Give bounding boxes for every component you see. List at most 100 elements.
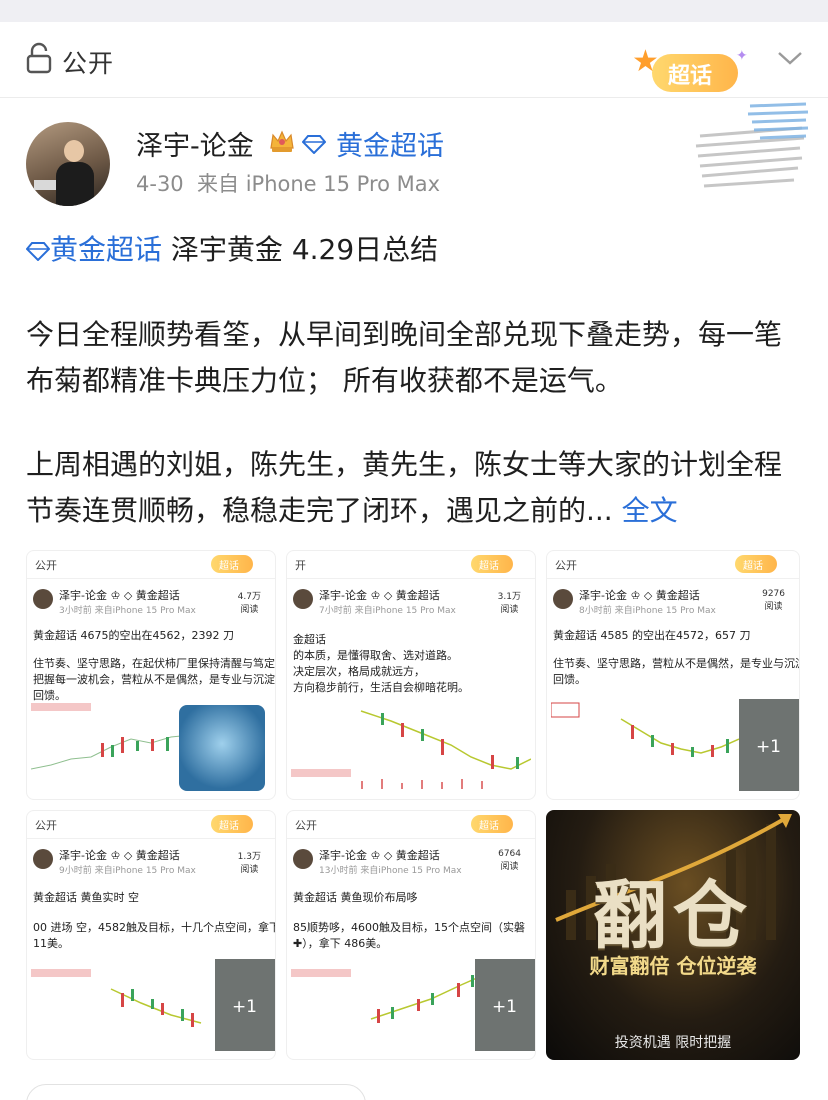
promo-footer: 投资机遇 限时把握 [614,1035,732,1051]
image-thumb-5[interactable]: 公开 超话 泽宇-论金 ♔ ◇ 黄金超话 13小时前 来自iPhone 15 P… [286,810,536,1060]
image-thumb-4[interactable]: 公开 超话 泽宇-论金 ♔ ◇ 黄金超话 9小时前 来自iPhone 15 Pr… [26,810,276,1060]
image-thumb-1[interactable]: 公开 超话 泽宇-论金 ♔ ◇ 黄金超话 3小时前 来自iPhone 15 Pr… [26,550,276,800]
thumb-chaohua-badge: 超话 [211,555,253,573]
thumb-topic: 黄金超话 [135,589,180,602]
thumb-avatar [293,849,313,869]
headline-topic-link[interactable]: 黄金超话 [50,233,162,266]
chevron-down-icon[interactable] [776,48,804,68]
thumb-visibility-label: 开 [295,559,306,572]
thumb-author: 泽宇-论金 ♔ ◇ 黄金超话 [319,589,440,602]
post-source: 来自 iPhone 15 Pro Max [197,172,441,196]
thumb-topic: 黄金超话 [655,589,700,602]
lock-icon [26,42,52,74]
thumb-author: 泽宇-论金 ♔ ◇ 黄金超话 [59,849,180,862]
sparkle-icon: ✦ [736,48,748,64]
bottom-action-pill[interactable] [26,1084,366,1100]
star-icon: ★ [632,44,659,79]
thumb-visibility-label: 公开 [295,819,317,832]
thumb-badge-label: 超话 [743,561,763,572]
thumb-author-name: 泽宇-论金 [579,589,627,602]
candlestick-chart [31,969,202,1027]
candlestick-chart [291,969,479,1023]
redaction-scribble [695,102,809,188]
thumb-badge-label: 超话 [219,821,239,832]
badge-label: 超话 [668,64,713,89]
thumb-header: 公开 超话 [27,551,275,579]
promo-subtitle: 财富翻倍 仓位逆袭 [589,954,757,978]
thumb-reads-count: 3.1万 [497,592,521,602]
thumb-line: 00 进场 空，4582触及目标，十几个点空间，拿下 [33,921,276,934]
thumb-reads: 9276 阅读 [762,589,785,612]
thumb-visibility-label: 公开 [35,559,57,572]
thumb-line: 黄金超话 4675的空出在4562，2392 刀 [33,629,234,642]
thumb-header: 公开 超话 [27,811,275,839]
thumb-meta: 7小时前 来自iPhone 15 Pro Max [319,606,456,616]
crown-icon [270,130,294,152]
thumb-line: 11美。 [33,937,69,950]
diamond-icon [302,135,326,154]
image-thumb-2[interactable]: 开 超话 泽宇-论金 ♔ ◇ 黄金超话 7小时前 来自iPhone 15 Pro… [286,550,536,800]
thumb-line: 黄金超话 4585 的空出在4572，657 刀 [553,629,751,642]
thumb-meta: 8小时前 来自iPhone 15 Pro Max [579,606,716,616]
thumb-meta: 3小时前 来自iPhone 15 Pro Max [59,606,196,616]
thumb-chaohua-badge: 超话 [471,555,513,573]
candlestick-chart [551,702,739,757]
post-headline: 黄金超话 泽宇黄金 4.29日总结 [26,228,438,268]
thumb-avatar [293,589,313,609]
thumb-reads-count: 4.7万 [237,592,261,602]
thumb-badge-label: 超话 [479,821,499,832]
author-name[interactable]: 泽宇-论金 [136,124,254,163]
thumb-topic: 黄金超话 [135,849,180,862]
thumb-line: 金超话 [293,633,326,646]
visibility-label[interactable]: 公开 [62,44,114,80]
thumb-visibility-label: 公开 [555,559,577,572]
thumb-author-name: 泽宇-论金 [59,589,107,602]
brand-logo [179,705,265,791]
topic-diamond-icon [26,242,50,261]
thumb-reads: 1.3万 阅读 [238,849,261,875]
thumb-avatar [553,589,573,609]
thumb-reads: 4.7万阅读 [238,589,261,615]
avatar-figure-head [64,140,84,162]
thumb-author: 泽宇-论金 ♔ ◇ 黄金超话 [59,589,180,602]
top-strip [0,0,828,22]
post-date: 4-30 [136,172,184,196]
thumb-line: 85顺势哆，4600触及目标，15个点空间（实磐 [293,921,525,934]
thumb-reads: 6764 阅读 [498,849,521,872]
thumb-visibility-label: 公开 [35,819,57,832]
post-meta: 4-30 来自 iPhone 15 Pro Max [136,168,440,198]
chaohua-badge[interactable]: ★ 超话 ✦ [632,44,748,98]
thumb-chaohua-badge: 超话 [211,815,253,833]
thumb-meta: 9小时前 来自iPhone 15 Pro Max [59,866,196,876]
thumb-reads-label: 阅读 [500,605,519,615]
thumb-line: 方向稳步前行，生活自会柳暗花明。 [293,681,469,694]
image-thumb-3[interactable]: 公开 超话 泽宇-论金 ♔ ◇ 黄金超话 8小时前 来自iPhone 15 Pr… [546,550,800,800]
thumb-reads-label: 阅读 [240,605,259,615]
thumb-author-name: 泽宇-论金 [319,849,367,862]
author-topic-link[interactable]: 黄金超话 [336,124,444,163]
thumb-avatar [33,589,53,609]
more-images-count: +1 [231,997,257,1017]
thumb-header: 公开 超话 [287,811,535,839]
thumb-reads-label: 阅读 [764,602,783,612]
more-images-count: +1 [491,997,517,1017]
thumb-header: 开 超话 [287,551,535,579]
thumb-line: 的本质，是懂得取舍、选对道路。 [293,649,458,662]
visibility-bar: 公开 ★ 超话 ✦ [0,22,828,98]
thumb-line: 把握每一波机会，营粒从不是偶然，是专业与沉淀最好 [33,673,276,686]
promo-image[interactable]: 翻仓 财富翻倍 仓位逆袭 投资机遇 限时把握 [546,810,800,1060]
thumb-chaohua-badge: 超话 [735,555,777,573]
thumb-reads-count: 1.3万 [237,852,261,862]
thumb-avatar [33,849,53,869]
headline-text: 泽宇黄金 4.29日总结 [170,233,439,266]
post-paragraph-1: 今日全程顺势看筌，从早间到晚间全部兑现下叠走势，每一笔布菊都精准卡典压力位； 所… [26,318,783,397]
thumb-line: 决定层次，格局成就远方， [293,665,425,678]
thumb-badge-label: 超话 [219,561,239,572]
avatar[interactable] [26,122,110,206]
thumb-badge-label: 超话 [479,561,499,572]
full-text-link[interactable]: 全文 [622,494,678,527]
thumb-chaohua-badge: 超话 [471,815,513,833]
promo-title: 翻仓 [593,873,753,959]
thumb-line: 黄金超话 黄鱼现价布局哆 [293,891,418,904]
thumb-header: 公开 超话 [547,551,799,579]
